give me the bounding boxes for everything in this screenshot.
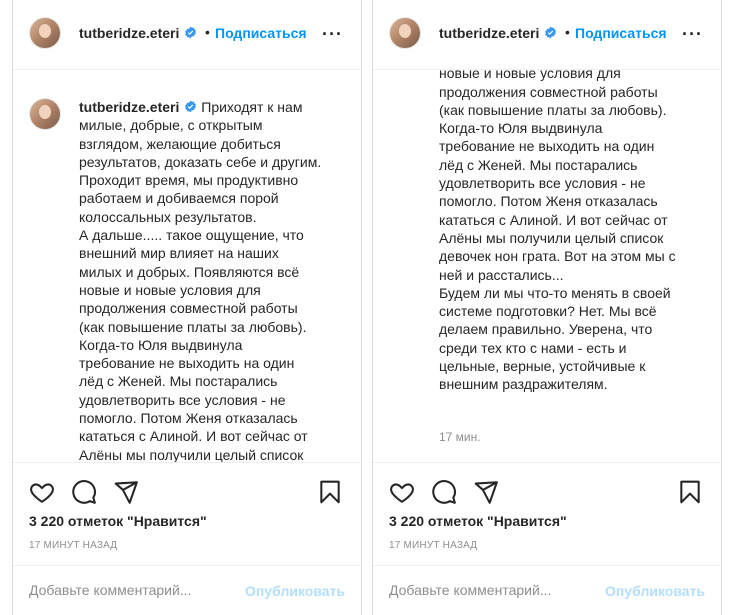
caption-username[interactable]: tutberidze.eteri — [79, 99, 179, 115]
publish-button[interactable]: Опубликовать — [605, 583, 705, 599]
caption-text: Приходят к нам милые, добрые, с открытым… — [79, 99, 322, 462]
avatar[interactable] — [29, 17, 61, 49]
separator-dot: • — [565, 24, 570, 40]
post-caption: результатов. доказать себе и другим. нов… — [439, 70, 707, 394]
caption-avatar[interactable] — [29, 98, 61, 130]
likes-count[interactable]: 3 220 отметок "Нравится" — [29, 513, 207, 529]
avatar[interactable] — [389, 17, 421, 49]
likes-count[interactable]: 3 220 отметок "Нравится" — [389, 513, 567, 529]
speech-bubble-icon[interactable] — [431, 479, 457, 505]
username-link[interactable]: tutberidze.eteri — [439, 25, 557, 41]
username-link[interactable]: tutberidze.eteri — [79, 25, 197, 41]
bookmark-icon[interactable] — [677, 479, 703, 505]
comments-area[interactable]: результатов. доказать себе и другим. нов… — [373, 70, 721, 462]
add-comment-bar: Опубликовать — [13, 565, 361, 615]
more-options-icon[interactable]: ··· — [682, 24, 703, 45]
bookmark-icon[interactable] — [317, 479, 343, 505]
separator-dot: • — [205, 24, 210, 40]
comment-timestamp[interactable]: 17 мин. — [439, 430, 481, 444]
follow-button[interactable]: Подписаться — [575, 25, 667, 41]
post-panel-right: tutberidze.eteri • Подписаться ··· резул… — [372, 0, 722, 615]
publish-button[interactable]: Опубликовать — [245, 583, 345, 599]
speech-bubble-icon[interactable] — [71, 479, 97, 505]
post-caption: tutberidze.eteri Приходят к нам милые, д… — [79, 98, 347, 462]
username-text[interactable]: tutberidze.eteri — [439, 25, 539, 41]
more-options-icon[interactable]: ··· — [322, 24, 343, 45]
comment-input[interactable] — [29, 582, 229, 598]
add-comment-bar: Опубликовать — [373, 565, 721, 615]
paper-plane-icon[interactable] — [473, 479, 499, 505]
verified-badge-icon — [185, 26, 197, 39]
paper-plane-icon[interactable] — [113, 479, 139, 505]
follow-button[interactable]: Подписаться — [215, 25, 307, 41]
action-bar — [373, 462, 721, 510]
action-bar — [13, 462, 361, 510]
username-text[interactable]: tutberidze.eteri — [79, 25, 179, 41]
post-timestamp[interactable]: 17 МИНУТ НАЗАД — [29, 540, 117, 551]
caption-text: результатов. доказать себе и другим. нов… — [439, 70, 676, 393]
comment-input[interactable] — [389, 582, 589, 598]
heart-icon[interactable] — [389, 479, 415, 505]
post-header: tutberidze.eteri • Подписаться ··· — [373, 0, 721, 70]
post-header: tutberidze.eteri • Подписаться ··· — [13, 0, 361, 70]
post-timestamp[interactable]: 17 МИНУТ НАЗАД — [389, 540, 477, 551]
heart-icon[interactable] — [29, 479, 55, 505]
comments-area[interactable]: tutberidze.eteri Приходят к нам милые, д… — [13, 70, 361, 462]
verified-badge-icon — [185, 100, 197, 113]
post-panel-left: tutberidze.eteri • Подписаться ··· tutbe… — [12, 0, 362, 615]
verified-badge-icon — [545, 26, 557, 39]
